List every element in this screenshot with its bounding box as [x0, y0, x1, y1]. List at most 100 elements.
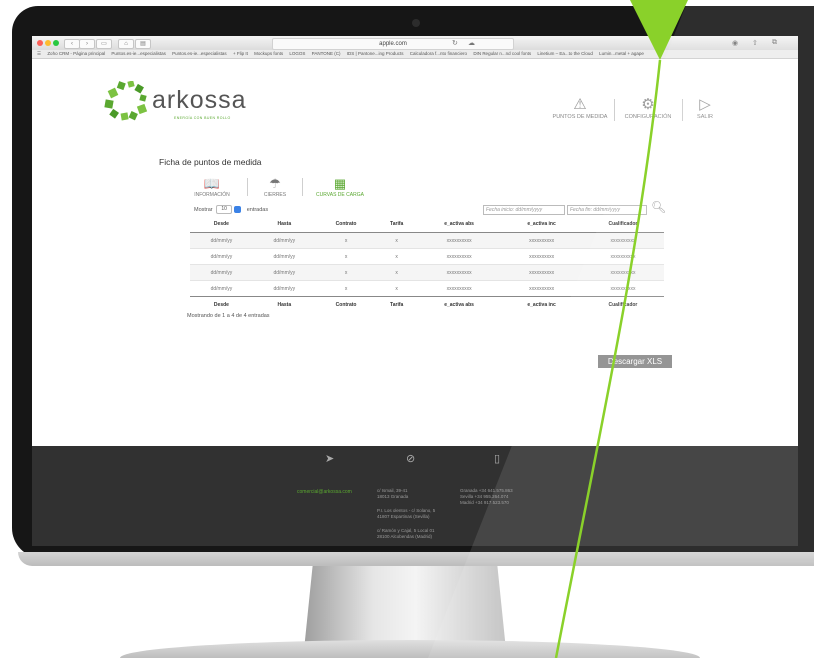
- tab-divider: [247, 178, 248, 196]
- cell-activa-inc: xxxxxxxxxx: [501, 280, 582, 297]
- column-header[interactable]: Hasta: [252, 216, 316, 233]
- minimize-window-button[interactable]: [45, 40, 51, 46]
- nav-label: PUNTOS DE MEDIDA: [552, 114, 608, 120]
- bookmark-item[interactable]: Puntos.es-ie...especialistas: [172, 51, 227, 56]
- monitor-base: [120, 640, 700, 658]
- paper-plane-icon: ➤: [325, 453, 335, 465]
- column-footer: Contrato: [315, 296, 377, 313]
- cell-activa-inc: xxxxxxxxxx: [501, 264, 582, 281]
- site-footer: ➤ ⊘ ▯ comercial@arkossa.com c/ Ismail, 3…: [32, 446, 798, 546]
- cell-tarifa: x: [376, 248, 417, 265]
- column-footer: Tarifa: [376, 296, 417, 313]
- cell-contrato: x: [315, 232, 377, 249]
- nav-divider: [682, 99, 683, 121]
- cell-cualificador: xxxxxxxxxx: [581, 280, 664, 297]
- bookmark-item[interactable]: LOGOS: [289, 51, 305, 56]
- column-header[interactable]: Cualificador: [581, 216, 664, 233]
- column-header[interactable]: Desde: [190, 216, 253, 233]
- open-book-icon: 📖: [203, 176, 221, 191]
- table-row: dd/mm/yy dd/mm/yy x x xxxxxxxxxx xxxxxxx…: [190, 232, 664, 249]
- bookmark-item[interactable]: Lumin...metal + agape: [599, 51, 644, 56]
- bookmarks-icon[interactable]: ☰: [37, 51, 41, 56]
- tab-divider: [302, 178, 303, 196]
- footer-address-madrid: c/ Ramón y Cajal, 5 Local 01 28100 Alcob…: [377, 528, 435, 540]
- bookmark-item[interactable]: DIN Regular n...nd cool fonts: [473, 51, 531, 56]
- table-row: dd/mm/yy dd/mm/yy x x xxxxxxxxxx xxxxxxx…: [190, 280, 664, 297]
- tab-label: CURVAS DE CARGA: [316, 192, 364, 198]
- tab-curvas-de-carga[interactable]: ▦ CURVAS DE CARGA: [305, 176, 375, 198]
- bookmark-item[interactable]: Linetium – Ea...to the Cloud: [537, 51, 593, 56]
- tab-informacion[interactable]: 📖 INFORMACIÓN: [177, 176, 247, 198]
- nav-label: SALIR: [697, 114, 713, 120]
- download-xls-button[interactable]: Descargar XLS: [598, 355, 672, 368]
- footer-address-sevilla: P.I. Los olentos - c/ Solano, 5 41807 Es…: [377, 508, 435, 520]
- tabs-icon[interactable]: ⧉: [772, 39, 777, 47]
- bookmark-item[interactable]: Calculadora f...nto financiero: [410, 51, 467, 56]
- table-row: dd/mm/yy dd/mm/yy x x xxxxxxxxxx xxxxxxx…: [190, 264, 664, 281]
- cell-hasta: dd/mm/yy: [252, 280, 316, 297]
- magnifier-icon[interactable]: 🔍︎: [651, 200, 666, 214]
- phone-icon: ▯: [494, 453, 501, 465]
- web-page: arkossa ENERGÍA CON BUEN ROLLO ⚠ PUNTOS …: [32, 59, 798, 546]
- arkossa-logo-icon: [104, 81, 148, 121]
- reader-icon[interactable]: ▤: [135, 39, 151, 49]
- column-header[interactable]: Tarifa: [376, 216, 417, 233]
- back-button[interactable]: ‹: [64, 39, 80, 49]
- sidebar-toggle-icon[interactable]: ▭: [96, 39, 112, 49]
- bookmark-item[interactable]: PANTONE (C): [312, 51, 341, 56]
- nav-salir[interactable]: ▷ SALIR: [690, 95, 720, 120]
- show-label: Mostrar: [194, 206, 213, 213]
- screen: ‹ › ▭ ⌂ ▤ apple.com ↻ ☁ ◉ ⇧ ⧉ ☰ Zoho CRM…: [32, 36, 798, 546]
- tab-cierres[interactable]: ☂ CIERRES: [250, 176, 300, 198]
- cell-desde: dd/mm/yy: [190, 232, 253, 249]
- cell-activa-abs: xxxxxxxxxx: [416, 264, 502, 281]
- bookmark-item[interactable]: Zoho CRM - Página principal: [47, 51, 105, 56]
- cell-contrato: x: [315, 280, 377, 297]
- download-icon[interactable]: ◉: [732, 39, 738, 47]
- start-date-input[interactable]: Fecha inicio: dd/mm/yyyy: [483, 205, 565, 215]
- entries-label: entradas: [246, 206, 269, 213]
- column-header[interactable]: Contrato: [315, 216, 377, 233]
- zoom-window-button[interactable]: [53, 40, 59, 46]
- warning-triangle-icon: ⚠: [573, 96, 587, 113]
- bookmark-item[interactable]: Puntos.es-ie...especialistas: [111, 51, 166, 56]
- page-size-select[interactable]: 10: [216, 205, 233, 214]
- browser-titlebar: ‹ › ▭ ⌂ ▤ apple.com ↻ ☁ ◉ ⇧ ⧉: [32, 36, 798, 51]
- column-footer: Cualificador: [581, 296, 664, 313]
- gears-icon: ⚙: [641, 96, 655, 113]
- chevron-down-icon[interactable]: [234, 206, 242, 213]
- nav-puntos-de-medida[interactable]: ⚠ PUNTOS DE MEDIDA: [550, 95, 610, 120]
- footer-email-link[interactable]: comercial@arkossa.com: [297, 489, 352, 495]
- cell-activa-abs: xxxxxxxxxx: [416, 232, 502, 249]
- cell-hasta: dd/mm/yy: [252, 248, 316, 265]
- nav-configuracion[interactable]: ⚙ CONFIGURACIÓN: [620, 95, 676, 120]
- bookmark-item[interactable]: + Flip It: [233, 51, 248, 56]
- bookmark-item[interactable]: IDS | Pantone...ing Products: [347, 51, 404, 56]
- bookmarks-bar: ☰ Zoho CRM - Página principal Puntos.es-…: [32, 50, 798, 59]
- share-icon[interactable]: ⇧: [752, 39, 758, 47]
- phone-line: Madrid +34 917.523.570: [460, 500, 509, 505]
- forward-button[interactable]: ›: [79, 39, 95, 49]
- tab-label: CIERRES: [263, 192, 287, 198]
- data-table: Desde Hasta Contrato Tarifa e_activa abs…: [190, 216, 664, 313]
- bookmark-item[interactable]: Mockups fonts: [254, 51, 283, 56]
- cell-tarifa: x: [376, 232, 417, 249]
- home-icon[interactable]: ⌂: [118, 39, 134, 49]
- column-footer: Hasta: [252, 296, 316, 313]
- address-bar[interactable]: apple.com: [272, 38, 514, 50]
- cell-tarifa: x: [376, 280, 417, 297]
- monitor-scene: ‹ › ▭ ⌂ ▤ apple.com ↻ ☁ ◉ ⇧ ⧉ ☰ Zoho CRM…: [0, 0, 814, 658]
- cell-activa-abs: xxxxxxxxxx: [416, 280, 502, 297]
- nav-label: CONFIGURACIÓN: [624, 114, 672, 120]
- close-window-button[interactable]: [37, 40, 43, 46]
- table-footer-row: Desde Hasta Contrato Tarifa e_activa abs…: [190, 296, 664, 313]
- column-header[interactable]: e_activa inc: [501, 216, 582, 233]
- table-info: Mostrando de 1 a 4 de 4 entradas: [187, 313, 270, 319]
- end-date-input[interactable]: Fecha fin: dd/mm/yyyy: [567, 205, 647, 215]
- umbrella-icon: ☂: [269, 176, 281, 191]
- cell-hasta: dd/mm/yy: [252, 232, 316, 249]
- reload-icon[interactable]: ↻: [452, 39, 458, 47]
- cloud-icon[interactable]: ☁: [468, 39, 475, 47]
- cell-desde: dd/mm/yy: [190, 248, 253, 265]
- column-header[interactable]: e_activa abs: [416, 216, 502, 233]
